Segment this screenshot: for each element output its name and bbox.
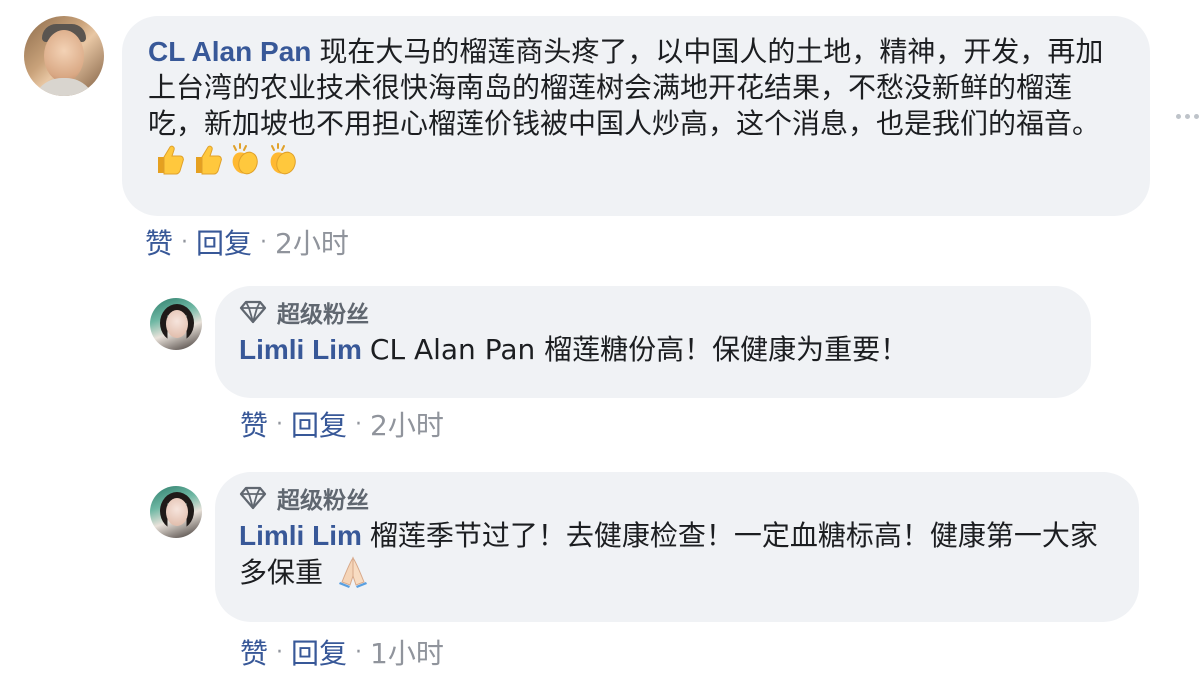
- reply-bubble: 超级粉丝 Limli Lim 榴莲季节过了！去健康检查！一定血糖标高！健康第一大家…: [215, 472, 1139, 622]
- separator: ·: [355, 411, 363, 437]
- reply-body: Limli Lim CL Alan Pan 榴莲糖份高！保健康为重要！: [239, 332, 1063, 368]
- reply-avatar[interactable]: [150, 298, 202, 350]
- diamond-icon: [239, 300, 267, 324]
- separator: ·: [260, 229, 268, 255]
- more-options-icon[interactable]: [1176, 114, 1199, 119]
- reply-avatar[interactable]: [150, 486, 202, 538]
- comment-author-link[interactable]: CL Alan Pan: [148, 36, 311, 67]
- timestamp[interactable]: 2小时: [370, 404, 444, 444]
- badge-label: 超级粉丝: [277, 488, 369, 514]
- reply-button[interactable]: 回复: [196, 222, 252, 262]
- separator: ·: [181, 229, 189, 255]
- badge-label: 超级粉丝: [277, 302, 369, 328]
- clapping-hands-icon: [228, 142, 262, 185]
- comment-actions: 赞 · 回复 · 2小时: [145, 222, 349, 262]
- top-fan-badge: 超级粉丝: [239, 478, 1111, 518]
- reply-button[interactable]: 回复: [291, 404, 347, 444]
- reply-text: CL Alan Pan 榴莲糖份高！保健康为重要！: [369, 333, 909, 366]
- timestamp[interactable]: 2小时: [275, 222, 349, 262]
- reply-button[interactable]: 回复: [291, 632, 347, 672]
- thumbs-up-icon: [152, 142, 186, 185]
- avatar-face: [44, 30, 84, 82]
- avatar-face: [166, 310, 188, 338]
- folded-hands-icon: [336, 554, 370, 597]
- like-button[interactable]: 赞: [240, 404, 268, 444]
- comment-bubble: CL Alan Pan 现在大马的榴莲商头疼了，以中国人的土地，精神，开发，再加上…: [122, 16, 1150, 216]
- timestamp[interactable]: 1小时: [370, 632, 444, 672]
- comment-body: CL Alan Pan 现在大马的榴莲商头疼了，以中国人的土地，精神，开发，再加上…: [148, 34, 1122, 185]
- reply-actions: 赞 · 回复 · 1小时: [240, 632, 444, 672]
- separator: ·: [276, 411, 284, 437]
- avatar-shirt: [32, 78, 96, 96]
- commenter-avatar[interactable]: [24, 16, 104, 96]
- clapping-hands-icon: [266, 142, 300, 185]
- reply-author-link[interactable]: Limli Lim: [239, 334, 362, 365]
- separator: ·: [355, 639, 363, 665]
- reply-actions: 赞 · 回复 · 2小时: [240, 404, 444, 444]
- thumbs-up-icon: [190, 142, 224, 185]
- reply-body: Limli Lim 榴莲季节过了！去健康检查！一定血糖标高！健康第一大家多保重: [239, 518, 1111, 597]
- separator: ·: [276, 639, 284, 665]
- like-button[interactable]: 赞: [145, 222, 173, 262]
- reply-bubble: 超级粉丝 Limli Lim CL Alan Pan 榴莲糖份高！保健康为重要！: [215, 286, 1091, 398]
- top-fan-badge: 超级粉丝: [239, 292, 1063, 332]
- reply-author-link[interactable]: Limli Lim: [239, 520, 362, 551]
- like-button[interactable]: 赞: [240, 632, 268, 672]
- avatar-face: [166, 498, 188, 526]
- diamond-icon: [239, 486, 267, 510]
